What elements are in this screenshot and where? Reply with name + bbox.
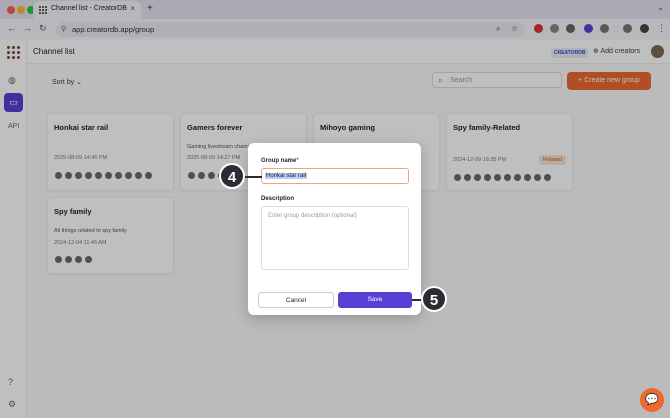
save-button[interactable]: Save xyxy=(338,292,412,308)
group-name-value: Honkai star rail xyxy=(265,173,308,179)
step-4-marker: 4 xyxy=(219,163,245,189)
group-name-label-text: Group name xyxy=(261,158,297,164)
group-name-label: Group name* xyxy=(261,158,299,164)
required-mark: * xyxy=(296,158,299,164)
chat-bubble-icon[interactable]: 💬 xyxy=(640,388,664,412)
create-group-dialog: Group name* Honkai star rail Description… xyxy=(248,143,421,315)
description-textarea[interactable]: Enter group description (optional) xyxy=(261,206,409,270)
step-5-marker: 5 xyxy=(421,286,447,312)
group-name-input[interactable]: Honkai star rail xyxy=(261,168,409,184)
cancel-button[interactable]: Cancel xyxy=(258,292,334,308)
description-label: Description xyxy=(261,196,295,202)
step-4-pointer xyxy=(244,176,262,178)
description-placeholder: Enter group description (optional) xyxy=(268,213,357,219)
